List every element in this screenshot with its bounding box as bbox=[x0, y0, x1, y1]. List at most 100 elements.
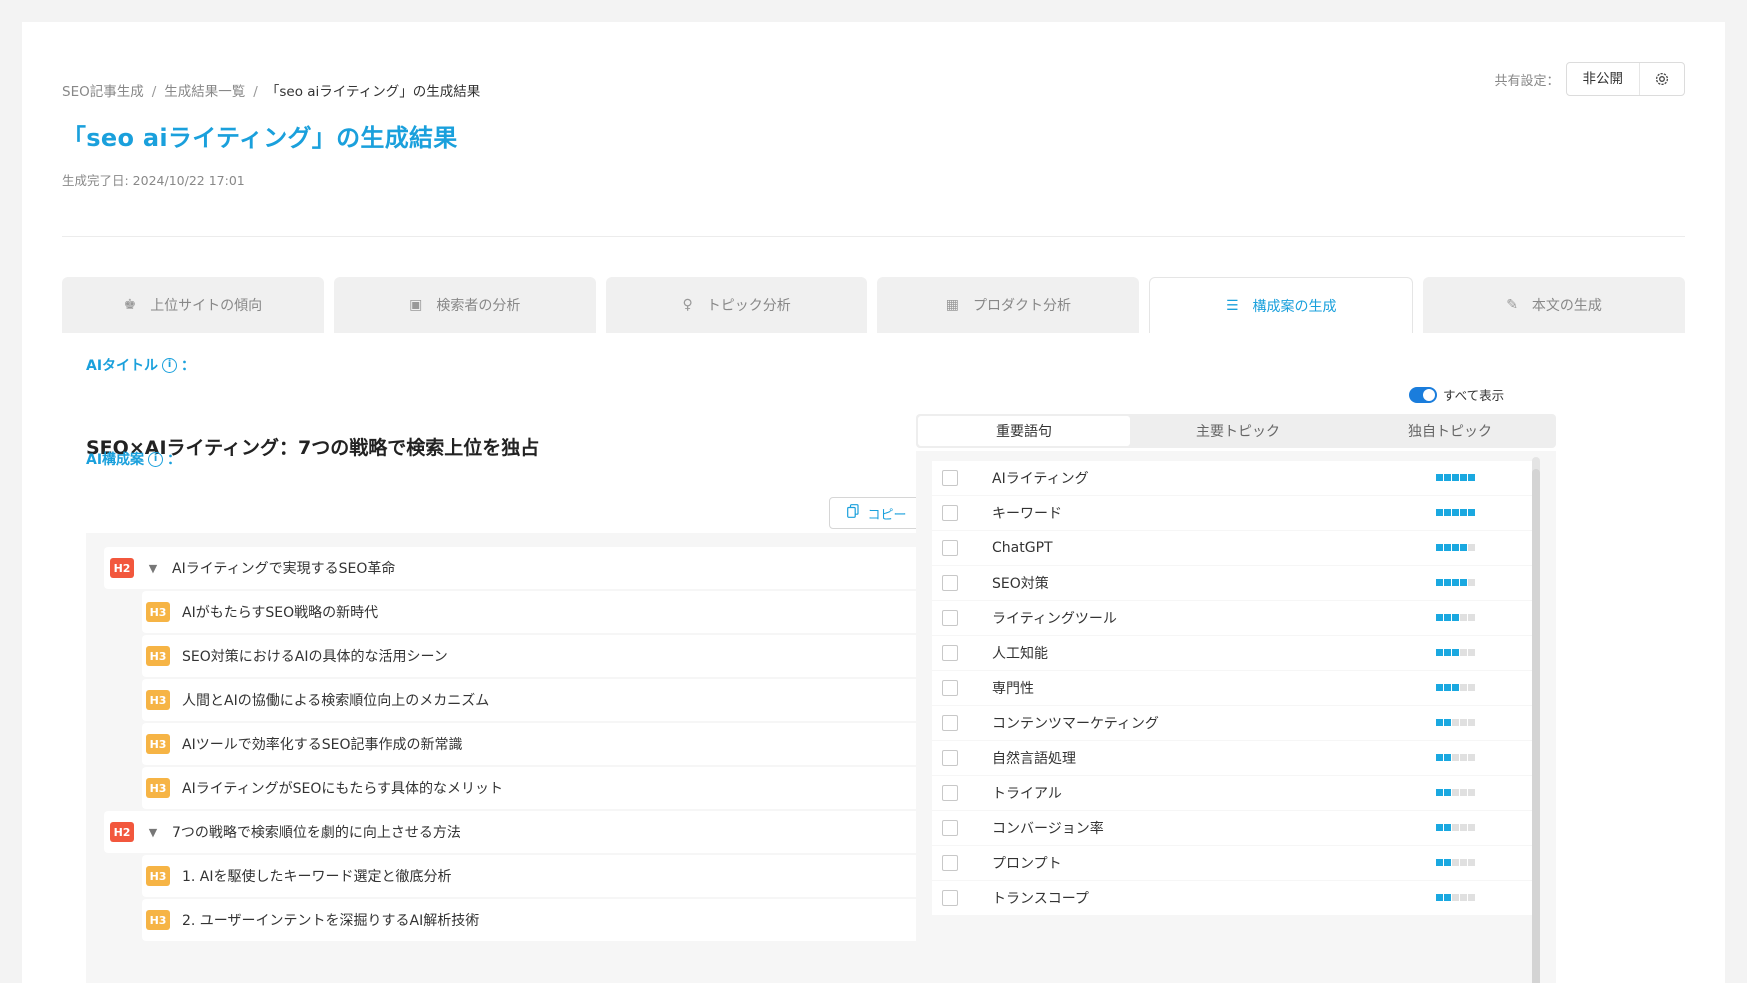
outline-h2-row[interactable]: H2 ▼ AIライティングで実現するSEO革命 bbox=[104, 547, 974, 589]
importance-meter bbox=[1436, 789, 1475, 796]
tab-label: 上位サイトの傾向 bbox=[150, 298, 263, 314]
scrollbar[interactable] bbox=[1532, 457, 1540, 983]
keyword-checkbox[interactable] bbox=[942, 785, 958, 801]
outline-heading-text: 2. ユーザーインテントを深掘りするAI解析技術 bbox=[182, 913, 480, 929]
list-icon: ☰ bbox=[1225, 298, 1239, 314]
outline-h3-row[interactable]: H3 人間とAIの協働による検索順位向上のメカニズム bbox=[142, 679, 974, 721]
outline-h3-row[interactable]: H3 AIライティングがSEOにもたらす具体的なメリット bbox=[142, 767, 974, 809]
keyword-checkbox[interactable] bbox=[942, 540, 958, 556]
caret-down-icon[interactable]: ▼ bbox=[138, 562, 168, 575]
importance-bar bbox=[1468, 789, 1475, 796]
keyword-label: キーワード bbox=[992, 506, 1062, 522]
breadcrumb: SEO記事生成 / 生成結果一覧 / 「seo aiライティング」の生成結果 bbox=[62, 80, 480, 100]
importance-bar bbox=[1444, 544, 1451, 551]
keyword-list: AIライティング キーワード ChatGPT SEO対策 ライティングツール 人工知能 専門… bbox=[932, 461, 1532, 916]
importance-bar bbox=[1452, 684, 1459, 691]
keyword-checkbox[interactable] bbox=[942, 575, 958, 591]
keyword-checkbox[interactable] bbox=[942, 645, 958, 661]
tab-2[interactable]: ♀ トピック分析 bbox=[605, 277, 868, 333]
grid-icon: ▦ bbox=[945, 297, 960, 313]
outline-heading-text: 7つの戦略で検索順位を劇的に向上させる方法 bbox=[172, 825, 461, 841]
keyword-checkbox[interactable] bbox=[942, 890, 958, 906]
keyword-checkbox[interactable] bbox=[942, 505, 958, 521]
tab-label: トピック分析 bbox=[706, 298, 791, 314]
keyword-tab-2[interactable]: 独自トピック bbox=[1344, 414, 1556, 448]
outline-h3-row[interactable]: H3 SEO対策におけるAIの具体的な活用シーン bbox=[142, 635, 974, 677]
h3-badge: H3 bbox=[146, 778, 170, 798]
scrollbar-thumb[interactable] bbox=[1532, 469, 1540, 983]
tab-5[interactable]: ✎ 本文の生成 bbox=[1423, 277, 1685, 333]
importance-bar bbox=[1468, 684, 1475, 691]
keyword-checkbox[interactable] bbox=[942, 820, 958, 836]
importance-bar bbox=[1436, 579, 1443, 586]
caret-down-icon[interactable]: ▼ bbox=[138, 826, 168, 839]
tab-label: 検索者の分析 bbox=[436, 298, 521, 314]
main-tabs: ♚ 上位サイトの傾向 ▣ 検索者の分析 ♀ トピック分析 ▦ プロダクト分析 ☰ 構成案の生成 ✎ 本… bbox=[62, 277, 1685, 334]
importance-bar bbox=[1468, 544, 1475, 551]
tab-4[interactable]: ☰ 構成案の生成 bbox=[1149, 277, 1414, 334]
outline-h2-row[interactable]: H2 ▼ 7つの戦略で検索順位を劇的に向上させる方法 bbox=[104, 811, 974, 853]
keyword-row: プロンプト bbox=[932, 846, 1532, 880]
breadcrumb-link-results[interactable]: 生成結果一覧 bbox=[164, 84, 245, 100]
toggle-switch[interactable] bbox=[1409, 386, 1437, 403]
outline-content: AIタイトル i ： SEO×AIライティング：7つの戦略で検索上位を独占 AI… bbox=[62, 333, 1685, 983]
tab-label: 構成案の生成 bbox=[1252, 299, 1337, 315]
outline-h3-row[interactable]: H3 AIがもたらすSEO戦略の新時代 bbox=[142, 591, 974, 633]
importance-bar bbox=[1452, 824, 1459, 831]
importance-meter bbox=[1436, 474, 1475, 481]
importance-bar bbox=[1452, 719, 1459, 726]
tab-1[interactable]: ▣ 検索者の分析 bbox=[333, 277, 596, 333]
tab-label: 本文の生成 bbox=[1531, 298, 1602, 314]
importance-bar bbox=[1468, 649, 1475, 656]
importance-meter bbox=[1436, 684, 1475, 691]
show-all-toggle[interactable]: すべて表示 bbox=[1409, 385, 1504, 404]
importance-bar bbox=[1452, 509, 1459, 516]
importance-bar bbox=[1460, 614, 1467, 621]
info-icon[interactable]: i bbox=[162, 357, 178, 373]
outline-h3-row[interactable]: H3 AIツールで効率化するSEO記事作成の新常識 bbox=[142, 723, 974, 765]
keyword-checkbox[interactable] bbox=[942, 715, 958, 731]
keyword-row: コンバージョン率 bbox=[932, 811, 1532, 845]
outline-heading-text: SEO対策におけるAIの具体的な活用シーン bbox=[182, 649, 448, 665]
importance-bar bbox=[1436, 684, 1443, 691]
ai-title-label-text: AIタイトル bbox=[86, 358, 159, 374]
importance-meter bbox=[1436, 894, 1475, 901]
keyword-row: ライティングツール bbox=[932, 601, 1532, 635]
tab-0[interactable]: ♚ 上位サイトの傾向 bbox=[62, 277, 324, 333]
importance-bar bbox=[1444, 474, 1451, 481]
breadcrumb-link-seo[interactable]: SEO記事生成 bbox=[62, 84, 144, 100]
tab-3[interactable]: ▦ プロダクト分析 bbox=[877, 277, 1140, 333]
info-icon[interactable]: i bbox=[148, 451, 164, 467]
keyword-row: 人工知能 bbox=[932, 636, 1532, 670]
importance-bar bbox=[1452, 754, 1459, 761]
outline-heading-text: 1. AIを駆使したキーワード選定と徹底分析 bbox=[182, 869, 452, 885]
importance-meter bbox=[1436, 579, 1475, 586]
importance-bar bbox=[1460, 824, 1467, 831]
keyword-tab-0[interactable]: 重要語句 bbox=[918, 416, 1130, 446]
copy-button[interactable]: コピー bbox=[829, 497, 925, 529]
label-colon: ： bbox=[181, 358, 196, 374]
toggle-knob bbox=[1423, 388, 1435, 401]
importance-meter bbox=[1436, 544, 1475, 551]
importance-meter bbox=[1436, 754, 1475, 761]
keyword-label: ライティングツール bbox=[992, 611, 1117, 627]
divider bbox=[62, 236, 1685, 237]
outline-heading-text: 人間とAIの協働による検索順位向上のメカニズム bbox=[182, 693, 490, 709]
importance-bar bbox=[1444, 649, 1451, 656]
outline-h3-row[interactable]: H3 2. ユーザーインテントを深掘りするAI解析技術 bbox=[142, 899, 974, 941]
keyword-tab-1[interactable]: 主要トピック bbox=[1132, 414, 1344, 448]
h3-badge: H3 bbox=[146, 690, 170, 710]
keyword-checkbox[interactable] bbox=[942, 750, 958, 766]
gear-icon[interactable] bbox=[1640, 63, 1684, 95]
keyword-checkbox[interactable] bbox=[942, 855, 958, 871]
importance-bar bbox=[1460, 684, 1467, 691]
importance-bar bbox=[1460, 544, 1467, 551]
share-visibility-select[interactable]: 非公開 bbox=[1567, 63, 1640, 95]
keyword-checkbox[interactable] bbox=[942, 470, 958, 486]
outline-heading-text: AIライティングで実現するSEO革命 bbox=[172, 561, 396, 577]
importance-bar bbox=[1468, 474, 1475, 481]
keyword-checkbox[interactable] bbox=[942, 680, 958, 696]
importance-bar bbox=[1460, 859, 1467, 866]
outline-h3-row[interactable]: H3 1. AIを駆使したキーワード選定と徹底分析 bbox=[142, 855, 974, 897]
keyword-checkbox[interactable] bbox=[942, 610, 958, 626]
